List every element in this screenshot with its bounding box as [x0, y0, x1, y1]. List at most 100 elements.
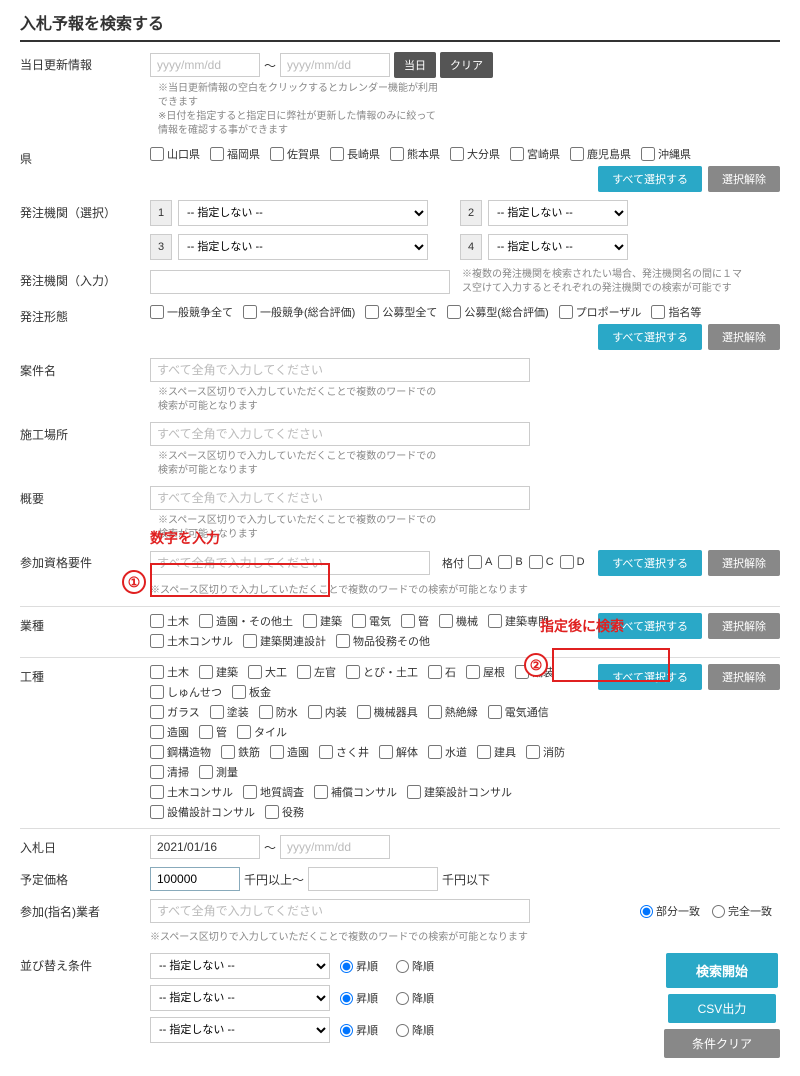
- update-date-to[interactable]: [280, 53, 390, 77]
- koshu-r1-0[interactable]: 土木: [150, 664, 189, 680]
- select-all-qualif[interactable]: すべて選択する: [598, 550, 702, 576]
- agency-select-1[interactable]: -- 指定しない --: [178, 200, 428, 226]
- pref-cb-2[interactable]: 佐賀県: [270, 146, 320, 162]
- koshu-r4-0[interactable]: 土木コンサル: [150, 784, 233, 800]
- radio-partial[interactable]: 部分一致: [640, 903, 700, 919]
- select-all-ordertype[interactable]: すべて選択する: [598, 324, 702, 350]
- deselect-gyoshu[interactable]: 選択解除: [708, 613, 780, 639]
- sort3-asc[interactable]: 昇順: [340, 1022, 378, 1038]
- koshu-r3-7[interactable]: 消防: [526, 744, 565, 760]
- price-to-input[interactable]: [308, 867, 438, 891]
- grade-cb-B[interactable]: B: [498, 555, 522, 569]
- koshu-r1-9[interactable]: 板金: [232, 684, 271, 700]
- participant-input[interactable]: [150, 899, 530, 923]
- ordertype-cb-3[interactable]: 公募型(総合評価): [447, 304, 548, 320]
- today-button[interactable]: 当日: [394, 52, 436, 78]
- koshu-r4-4[interactable]: 設備設計コンサル: [150, 804, 255, 820]
- csv-button[interactable]: CSV出力: [668, 994, 777, 1023]
- select-all-gyoshu[interactable]: すべて選択する: [598, 613, 702, 639]
- sort-select-3[interactable]: -- 指定しない --: [150, 1017, 330, 1043]
- qualif-input[interactable]: [150, 551, 430, 575]
- koshu-r2-3[interactable]: 内装: [308, 704, 347, 720]
- grade-cb-A[interactable]: A: [468, 555, 492, 569]
- sort2-desc[interactable]: 降順: [396, 990, 434, 1006]
- koshu-r1-6[interactable]: 屋根: [466, 664, 505, 680]
- koshu-r1-8[interactable]: しゅんせつ: [150, 684, 222, 700]
- koshu-r3-1[interactable]: 鉄筋: [221, 744, 260, 760]
- gyoshu-cb-9[interactable]: 物品役務その他: [336, 633, 430, 649]
- koshu-r4-3[interactable]: 建築設計コンサル: [407, 784, 512, 800]
- sort-select-1[interactable]: -- 指定しない --: [150, 953, 330, 979]
- sort-select-2[interactable]: -- 指定しない --: [150, 985, 330, 1011]
- select-all-koshu[interactable]: すべて選択する: [598, 664, 702, 690]
- koshu-r1-7[interactable]: 舗装: [515, 664, 554, 680]
- deselect-koshu[interactable]: 選択解除: [708, 664, 780, 690]
- koshu-r2-8[interactable]: 管: [199, 724, 227, 740]
- gyoshu-cb-5[interactable]: 機械: [439, 613, 478, 629]
- koshu-r2-1[interactable]: 塗装: [210, 704, 249, 720]
- gyoshu-cb-4[interactable]: 管: [401, 613, 429, 629]
- summary-input[interactable]: [150, 486, 530, 510]
- pref-cb-6[interactable]: 宮崎県: [510, 146, 560, 162]
- koshu-r2-7[interactable]: 造園: [150, 724, 189, 740]
- sort3-desc[interactable]: 降順: [396, 1022, 434, 1038]
- gyoshu-cb-3[interactable]: 電気: [352, 613, 391, 629]
- koshu-r2-4[interactable]: 機械器具: [357, 704, 418, 720]
- ordertype-cb-2[interactable]: 公募型全て: [365, 304, 437, 320]
- pref-cb-4[interactable]: 熊本県: [390, 146, 440, 162]
- pref-cb-0[interactable]: 山口県: [150, 146, 200, 162]
- pref-cb-5[interactable]: 大分県: [450, 146, 500, 162]
- update-date-from[interactable]: [150, 53, 260, 77]
- clear-button[interactable]: クリア: [440, 52, 493, 78]
- koshu-r4-1[interactable]: 地質調査: [243, 784, 304, 800]
- bid-date-from[interactable]: [150, 835, 260, 859]
- gyoshu-cb-1[interactable]: 造園・その他土: [199, 613, 293, 629]
- ordertype-cb-4[interactable]: プロポーザル: [559, 304, 642, 320]
- koshu-r2-6[interactable]: 電気通信: [488, 704, 549, 720]
- koshu-r3-0[interactable]: 鋼構造物: [150, 744, 211, 760]
- select-all-pref[interactable]: すべて選択する: [598, 166, 702, 192]
- radio-exact[interactable]: 完全一致: [712, 903, 772, 919]
- clear-cond-button[interactable]: 条件クリア: [664, 1029, 780, 1058]
- koshu-r3-3[interactable]: さく井: [319, 744, 369, 760]
- gyoshu-cb-2[interactable]: 建築: [303, 613, 342, 629]
- ordertype-cb-0[interactable]: 一般競争全て: [150, 304, 233, 320]
- gyoshu-cb-0[interactable]: 土木: [150, 613, 189, 629]
- ordertype-cb-5[interactable]: 指名等: [651, 304, 701, 320]
- koshu-r4-5[interactable]: 役務: [265, 804, 304, 820]
- koshu-r3-5[interactable]: 水道: [428, 744, 467, 760]
- koshu-r2-2[interactable]: 防水: [259, 704, 298, 720]
- pref-cb-1[interactable]: 福岡県: [210, 146, 260, 162]
- case-name-input[interactable]: [150, 358, 530, 382]
- koshu-r2-9[interactable]: タイル: [237, 724, 287, 740]
- koshu-r1-5[interactable]: 石: [428, 664, 456, 680]
- koshu-r1-2[interactable]: 大工: [248, 664, 287, 680]
- ordertype-cb-1[interactable]: 一般競争(総合評価): [243, 304, 355, 320]
- koshu-r3-4[interactable]: 解体: [379, 744, 418, 760]
- koshu-r3-2[interactable]: 造園: [270, 744, 309, 760]
- grade-cb-D[interactable]: D: [560, 555, 585, 569]
- pref-cb-3[interactable]: 長崎県: [330, 146, 380, 162]
- agency-select-4[interactable]: -- 指定しない --: [488, 234, 628, 260]
- koshu-r3-8[interactable]: 清掃: [150, 764, 189, 780]
- deselect-qualif[interactable]: 選択解除: [708, 550, 780, 576]
- deselect-pref[interactable]: 選択解除: [708, 166, 780, 192]
- koshu-r1-4[interactable]: とび・土工: [346, 664, 418, 680]
- gyoshu-cb-6[interactable]: 建築専門: [488, 613, 549, 629]
- koshu-r1-3[interactable]: 左官: [297, 664, 336, 680]
- pref-cb-7[interactable]: 鹿児島県: [570, 146, 631, 162]
- deselect-ordertype[interactable]: 選択解除: [708, 324, 780, 350]
- koshu-r3-9[interactable]: 測量: [199, 764, 238, 780]
- sort1-asc[interactable]: 昇順: [340, 958, 378, 974]
- place-input[interactable]: [150, 422, 530, 446]
- koshu-r4-2[interactable]: 補償コンサル: [314, 784, 397, 800]
- koshu-r1-1[interactable]: 建築: [199, 664, 238, 680]
- price-from-input[interactable]: [150, 867, 240, 891]
- sort2-asc[interactable]: 昇順: [340, 990, 378, 1006]
- bid-date-to[interactable]: [280, 835, 390, 859]
- agency-input[interactable]: [150, 270, 450, 294]
- koshu-r2-5[interactable]: 熱絶縁: [428, 704, 478, 720]
- agency-select-3[interactable]: -- 指定しない --: [178, 234, 428, 260]
- sort1-desc[interactable]: 降順: [396, 958, 434, 974]
- gyoshu-cb-8[interactable]: 建築関連設計: [243, 633, 326, 649]
